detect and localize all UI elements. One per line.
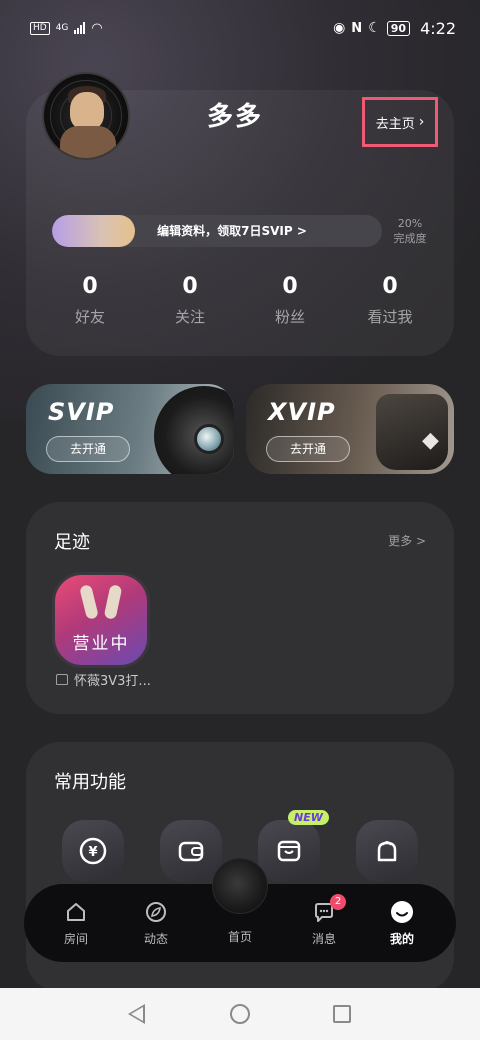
- stat-friends[interactable]: 0 好友: [40, 272, 140, 327]
- xvip-card[interactable]: ◆ XVIP 去开通: [246, 384, 454, 474]
- center-disc-icon[interactable]: [212, 858, 268, 914]
- room-name-text: 怀薇3V3打...: [74, 674, 151, 689]
- leaf-icon: [126, 898, 186, 926]
- completion-indicator: 20% 完成度: [386, 216, 434, 246]
- tab-label: 我的: [389, 932, 414, 946]
- go-homepage-link[interactable]: 去主页 ›: [362, 97, 438, 147]
- nfc-icon: N: [351, 20, 363, 36]
- home-icon: [56, 674, 68, 685]
- wifi-icon: ◠: [91, 20, 103, 36]
- status-left: HD 4G ◠: [30, 21, 103, 36]
- tab-home[interactable]: 首页: [210, 928, 270, 945]
- completion-percent: 20%: [397, 217, 423, 230]
- knob-decoration: [194, 424, 224, 454]
- footprint-more-link[interactable]: 更多 >: [388, 532, 426, 549]
- status-right: ◉ N ☾ 90 4:22: [333, 19, 456, 38]
- room-thumbnail[interactable]: 营业中: [52, 572, 150, 668]
- tab-label: 房间: [63, 932, 88, 946]
- stat-value: 0: [382, 274, 398, 299]
- footprint-title: 足迹: [54, 532, 90, 553]
- stat-label: 看过我: [367, 308, 413, 326]
- go-homepage-label: 去主页: [375, 116, 415, 132]
- avatar[interactable]: [42, 72, 130, 160]
- house-icon: [46, 898, 106, 926]
- stat-value: 0: [82, 274, 98, 299]
- room-status: 营业中: [72, 634, 130, 654]
- progress-text: 编辑资料，领取7日SVIP >: [157, 224, 307, 238]
- clock: 4:22: [420, 18, 456, 38]
- completion-label: 完成度: [393, 232, 427, 245]
- bottom-tab-bar: 房间 动态 首页 2 消息 我的: [24, 858, 456, 962]
- status-bar: HD 4G ◠ ◉ N ☾ 90 4:22: [0, 0, 480, 56]
- hd-indicator: HD: [30, 21, 50, 35]
- profile-progress-bar[interactable]: 编辑资料，领取7日SVIP >: [52, 215, 382, 247]
- stat-fans[interactable]: 0 粉丝: [240, 272, 340, 327]
- stat-value: 0: [282, 274, 298, 299]
- functions-title: 常用功能: [54, 772, 126, 793]
- tab-me[interactable]: 我的: [372, 898, 432, 947]
- xvip-activate-button[interactable]: 去开通: [266, 436, 350, 462]
- stat-label: 粉丝: [274, 308, 305, 326]
- tab-feed[interactable]: 动态: [126, 898, 186, 947]
- xvip-title: XVIP: [268, 398, 336, 426]
- home-circle-icon[interactable]: [230, 1004, 250, 1024]
- stat-value: 0: [182, 274, 198, 299]
- svg-text:¥: ¥: [88, 845, 97, 860]
- stats-row: 0 好友 0 关注 0 粉丝 0 看过我: [40, 272, 440, 327]
- diamond-icon: ◆: [422, 428, 439, 453]
- stat-label: 关注: [174, 308, 205, 326]
- stat-following[interactable]: 0 关注: [140, 272, 240, 327]
- footprint-section: 足迹 更多 > 营业中 怀薇3V3打...: [26, 502, 454, 714]
- system-nav-bar: [0, 988, 480, 1040]
- store-icon: [258, 820, 320, 882]
- recent-apps-icon[interactable]: [333, 1005, 351, 1023]
- tab-label: 消息: [311, 932, 336, 946]
- message-count-badge: 2: [330, 894, 346, 910]
- svip-activate-button[interactable]: 去开通: [46, 436, 130, 462]
- moon-icon: ☾: [368, 20, 381, 36]
- room-name[interactable]: 怀薇3V3打...: [56, 670, 151, 689]
- tab-room[interactable]: 房间: [46, 898, 106, 947]
- new-badge: NEW: [288, 810, 329, 825]
- record-disc-icon: [154, 386, 234, 474]
- tab-label: 首页: [227, 930, 252, 944]
- tab-label: 动态: [143, 932, 168, 946]
- svip-card[interactable]: SVIP 去开通: [26, 384, 234, 474]
- chevron-right-icon: ›: [418, 114, 425, 130]
- battery-indicator: 90: [386, 20, 411, 36]
- network-type: 4G: [55, 23, 69, 33]
- tab-messages[interactable]: 2 消息: [294, 894, 354, 947]
- stat-visitors[interactable]: 0 看过我: [340, 272, 440, 327]
- signal-icon: [74, 22, 86, 34]
- backpack-icon: [356, 820, 418, 882]
- yen-icon: ¥: [62, 820, 124, 882]
- wallet-icon: [160, 820, 222, 882]
- eye-icon: ◉: [333, 20, 346, 36]
- stat-label: 好友: [74, 308, 105, 326]
- smile-icon: [372, 898, 432, 926]
- nickname: 多多: [206, 102, 263, 132]
- svip-title: SVIP: [48, 398, 115, 426]
